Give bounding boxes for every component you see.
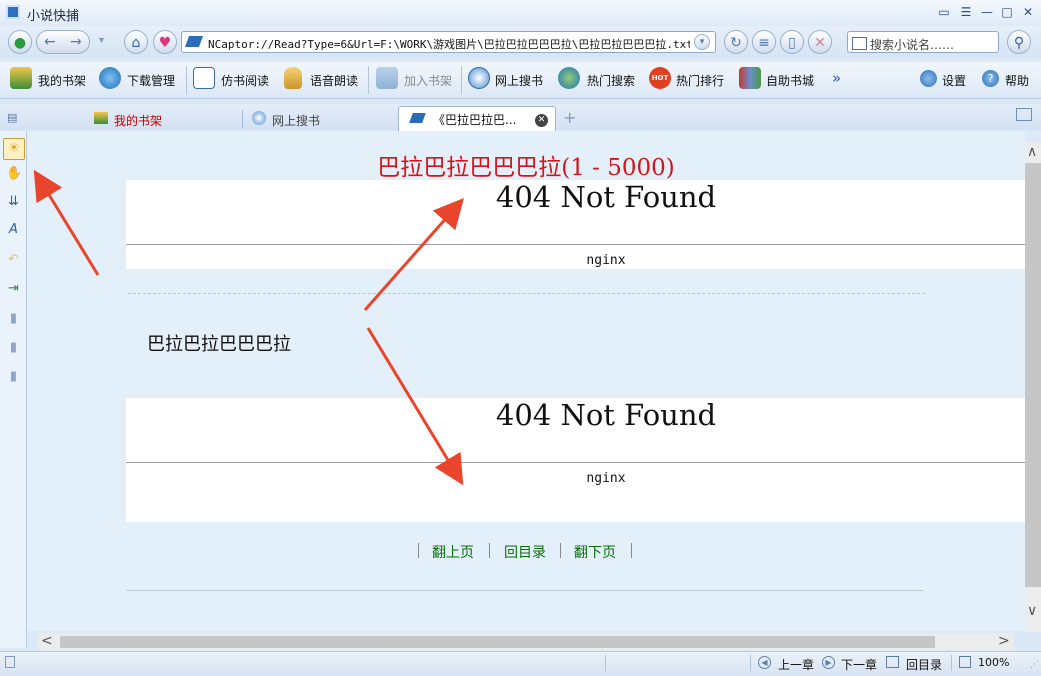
zoom-icon[interactable] xyxy=(959,656,971,668)
annotation-arrow xyxy=(363,198,464,311)
status-divider xyxy=(605,655,606,671)
next-chapter-button[interactable]: 下一章 xyxy=(841,656,877,673)
status-divider xyxy=(951,655,952,671)
annotation-arrows xyxy=(33,169,464,486)
next-chapter-icon[interactable]: ▶ xyxy=(822,656,835,669)
horizontal-scroll-thumb[interactable] xyxy=(60,636,935,648)
scroll-up-icon[interactable]: ∧ xyxy=(1027,144,1037,160)
zoom-level[interactable]: 100% xyxy=(978,656,1009,669)
status-bar xyxy=(0,651,1041,676)
status-toc-button[interactable]: 回目录 xyxy=(906,656,942,673)
scroll-right-icon[interactable]: > xyxy=(998,633,1010,649)
resize-grip-icon[interactable]: ⋰ xyxy=(1030,660,1039,670)
prev-chapter-icon[interactable]: ◀ xyxy=(758,656,771,669)
toc-icon[interactable] xyxy=(886,656,899,668)
annotation-arrow xyxy=(366,327,464,486)
annotation-arrow xyxy=(33,169,100,276)
status-divider xyxy=(750,655,751,671)
status-page-icon xyxy=(5,656,15,668)
prev-chapter-button[interactable]: 上一章 xyxy=(778,656,814,673)
scroll-left-icon[interactable]: < xyxy=(41,633,53,649)
vertical-scroll-thumb[interactable] xyxy=(1025,163,1041,587)
scroll-down-icon[interactable]: ∨ xyxy=(1027,603,1037,619)
